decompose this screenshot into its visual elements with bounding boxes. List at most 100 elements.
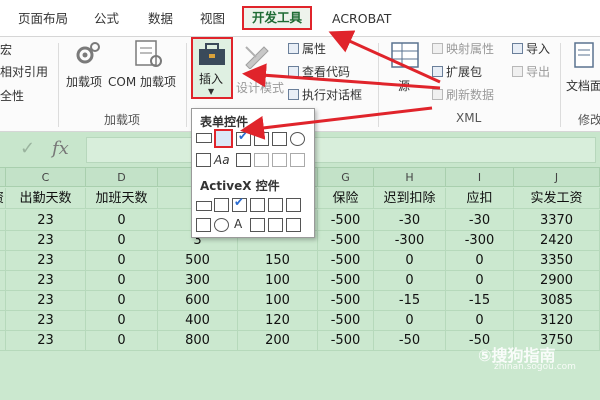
column-header[interactable]: D (86, 168, 158, 187)
table-cell[interactable]: 23 (6, 290, 86, 311)
table-cell[interactable]: 400 (158, 310, 238, 331)
form-listbox-control-icon[interactable] (272, 132, 287, 146)
form-label-control-icon[interactable]: Aa (214, 153, 230, 167)
design-mode-button[interactable]: 设计模式 (236, 39, 284, 101)
formula-input[interactable] (86, 137, 596, 163)
table-cell[interactable]: 23 (6, 230, 86, 251)
column-header[interactable]: H (374, 168, 446, 187)
table-cell[interactable]: 3370 (514, 210, 600, 231)
tab-formulas[interactable]: 公式 (94, 9, 119, 29)
form-checkbox-control-icon[interactable]: ✔ (236, 129, 251, 146)
table-cell[interactable]: -50 (374, 330, 446, 351)
activex-listbox-control-icon[interactable] (250, 198, 265, 212)
run-dialog-button[interactable]: 执行对话框 (288, 86, 362, 103)
table-cell[interactable]: 23 (6, 210, 86, 231)
table-cell[interactable]: 3350 (514, 250, 600, 271)
table-cell[interactable]: 0 (86, 210, 158, 231)
com-addins-button[interactable]: COM 加载项 (108, 39, 184, 91)
activex-image-control-icon[interactable] (250, 218, 265, 232)
table-cell[interactable]: 23 (6, 330, 86, 351)
table-cell[interactable]: 0 (374, 250, 446, 271)
header-cell[interactable]: 出勤天数 (6, 188, 86, 209)
properties-button[interactable]: 属性 (288, 40, 326, 57)
column-header[interactable]: C (6, 168, 86, 187)
activex-textbox-control-icon[interactable] (268, 198, 283, 212)
column-header[interactable]: G (318, 168, 374, 187)
table-cell[interactable]: 23 (6, 250, 86, 271)
table-cell[interactable]: 0 (86, 230, 158, 251)
column-header[interactable]: I (446, 168, 514, 187)
activex-checkbox-control-icon[interactable]: ✔ (232, 195, 247, 212)
table-cell[interactable]: 0 (86, 270, 158, 291)
table-cell[interactable]: -300 (446, 230, 514, 251)
tab-data[interactable]: 数据 (148, 9, 173, 29)
form-combo-dropdown-control-icon[interactable] (290, 153, 305, 167)
map-properties-button[interactable]: 映射属性 (432, 40, 494, 57)
import-button[interactable]: 导入 (512, 40, 550, 57)
header-cell[interactable]: 保险 (318, 188, 374, 209)
table-cell[interactable]: 2420 (514, 230, 600, 251)
table-cell[interactable]: -500 (318, 230, 374, 251)
tab-view[interactable]: 视图 (200, 9, 225, 29)
form-groupbox-control-icon[interactable] (196, 153, 211, 167)
table-cell[interactable]: -30 (374, 210, 446, 231)
table-cell[interactable]: 0 (86, 290, 158, 311)
document-panel-button[interactable]: 文档面 (566, 39, 600, 101)
table-cell[interactable]: 23 (6, 310, 86, 331)
insert-function-icon[interactable]: fx (52, 138, 69, 159)
check-icon[interactable]: ✓ (20, 138, 35, 159)
macro-security-button[interactable]: 全性 (0, 87, 24, 104)
table-cell[interactable]: 0 (446, 310, 514, 331)
table-cell[interactable]: 100 (238, 290, 318, 311)
table-cell[interactable]: 0 (86, 250, 158, 271)
table-cell[interactable]: -300 (374, 230, 446, 251)
table-cell[interactable]: -500 (318, 290, 374, 311)
table-cell[interactable]: 150 (238, 250, 318, 271)
view-code-button[interactable]: 查看代码 (288, 63, 350, 80)
form-combobox-control-icon[interactable] (214, 129, 233, 148)
form-scrollbar-control-icon[interactable] (236, 153, 251, 167)
table-cell[interactable]: -500 (318, 210, 374, 231)
table-cell[interactable]: 2900 (514, 270, 600, 291)
header-cell[interactable]: 实发工资 (514, 188, 600, 209)
table-cell[interactable]: -15 (374, 290, 446, 311)
macro-button[interactable]: 宏 (0, 41, 12, 58)
tab-page-layout[interactable]: 页面布局 (18, 9, 68, 29)
activex-toggle-button-control-icon[interactable] (268, 218, 283, 232)
table-cell[interactable]: 200 (238, 330, 318, 351)
table-cell[interactable]: 600 (158, 290, 238, 311)
form-button-control-icon[interactable] (196, 133, 212, 143)
table-cell[interactable]: -500 (318, 270, 374, 291)
form-textfield-control-icon[interactable] (254, 153, 269, 167)
relative-ref-button[interactable]: 相对引用 (0, 63, 48, 80)
addins-button[interactable]: 加载项 (66, 39, 108, 91)
activex-scrollbar-control-icon[interactable] (286, 198, 301, 212)
table-cell[interactable]: 500 (158, 250, 238, 271)
table-cell[interactable]: 300 (158, 270, 238, 291)
column-header[interactable] (0, 168, 6, 187)
tab-acrobat[interactable]: ACROBAT (332, 9, 391, 29)
refresh-data-button[interactable]: 刷新数据 (432, 86, 494, 103)
table-cell[interactable]: -500 (318, 250, 374, 271)
table-cell[interactable]: 0 (446, 250, 514, 271)
form-spinner-control-icon[interactable] (254, 132, 269, 146)
table-cell[interactable]: 23 (6, 270, 86, 291)
table-cell[interactable]: -30 (446, 210, 514, 231)
activex-label-control-icon[interactable]: A (234, 217, 242, 231)
table-cell[interactable]: 3085 (514, 290, 600, 311)
table-cell[interactable]: 0 (86, 330, 158, 351)
table-cell[interactable]: 0 (86, 310, 158, 331)
activex-more-controls-icon[interactable] (286, 218, 301, 232)
form-option-button-control-icon[interactable] (290, 132, 305, 146)
xml-source-button[interactable]: 源 (386, 39, 426, 101)
header-cell[interactable]: 应扣 (446, 188, 514, 209)
table-cell[interactable]: 0 (374, 310, 446, 331)
table-cell[interactable]: 120 (238, 310, 318, 331)
table-cell[interactable]: 800 (158, 330, 238, 351)
expansion-packs-button[interactable]: 扩展包 (432, 63, 482, 80)
table-cell[interactable]: -500 (318, 310, 374, 331)
activex-option-button-control-icon[interactable] (214, 218, 229, 232)
table-cell[interactable]: 0 (374, 270, 446, 291)
header-cell[interactable]: 加班天数 (86, 188, 158, 209)
insert-controls-button[interactable]: 插入 ▼ (191, 37, 233, 99)
